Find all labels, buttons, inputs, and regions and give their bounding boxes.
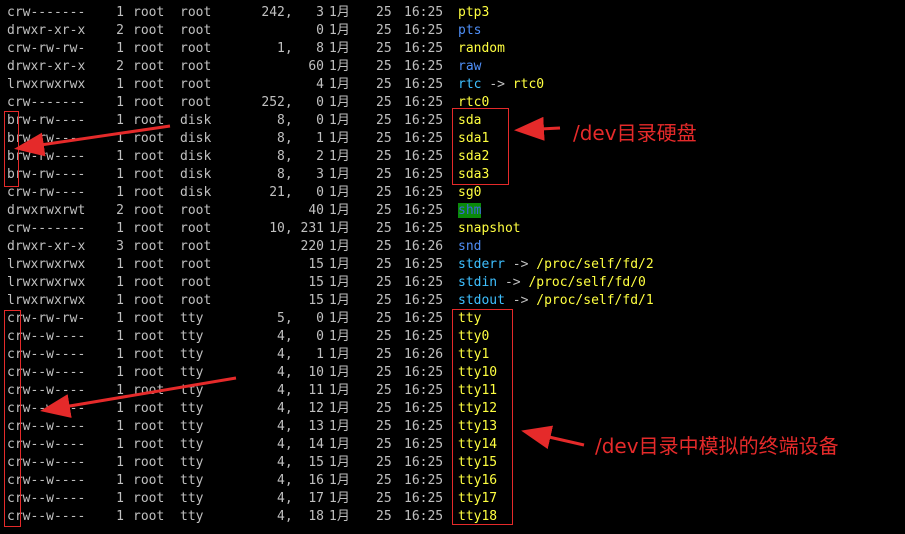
disk-arrow-right (514, 116, 561, 141)
disk-annotation-label: /dev目录硬盘 (573, 121, 697, 145)
tty-arrow-left (40, 376, 237, 418)
tty-arrow-right (521, 425, 585, 450)
tty-annotation-label: /dev目录中模拟的终端设备 (595, 434, 839, 458)
disk-arrow-left (14, 124, 171, 157)
